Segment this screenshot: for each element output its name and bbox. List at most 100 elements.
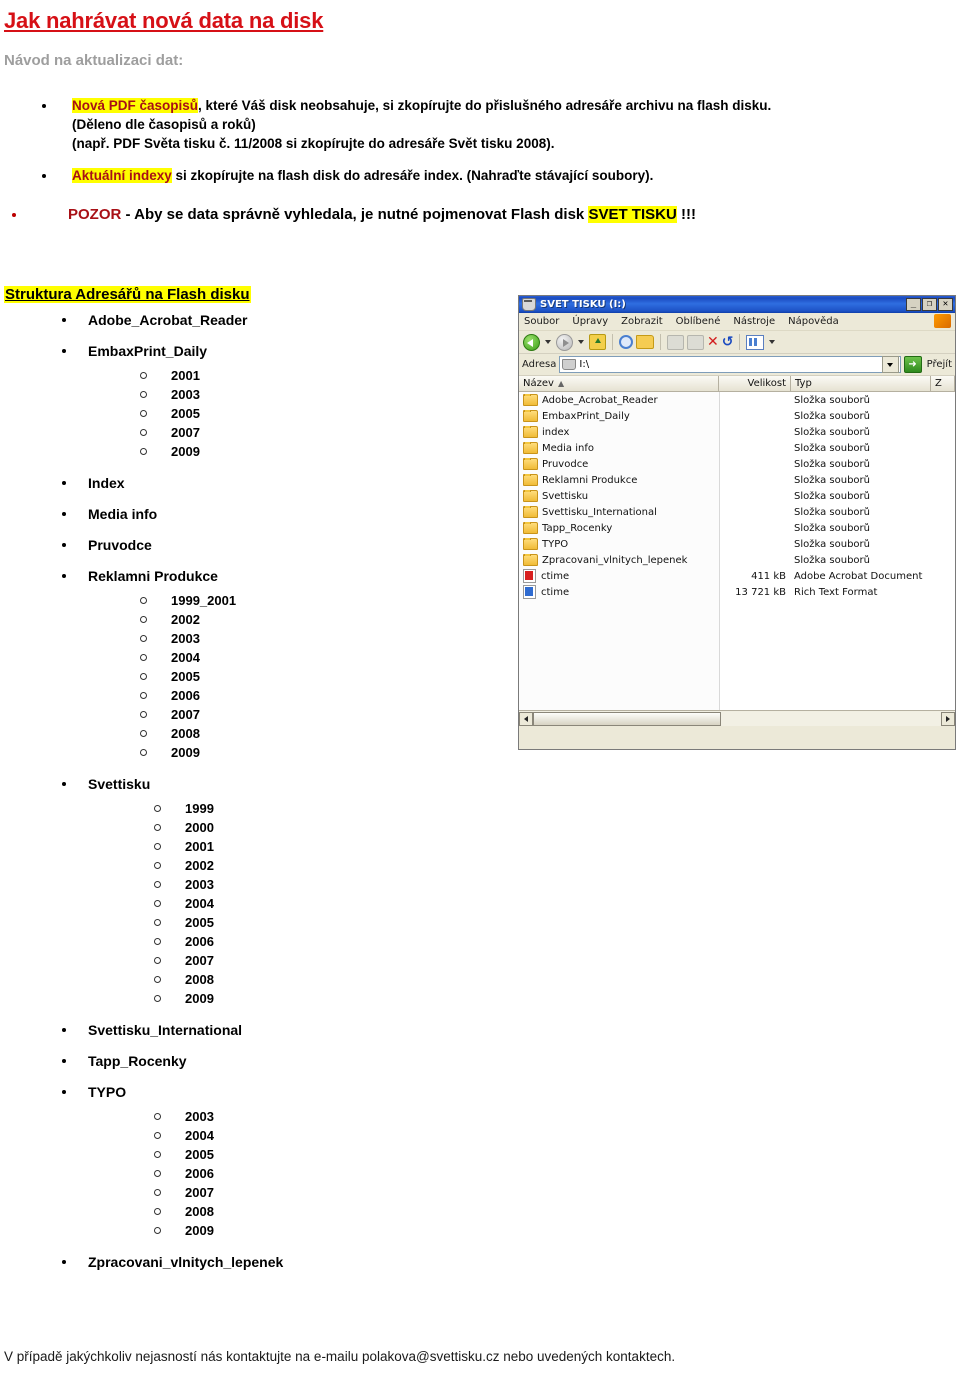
structure-subitem-label: 2007: [171, 425, 200, 440]
circle-bullet-icon: [154, 1170, 161, 1178]
scroll-thumb[interactable]: [533, 711, 721, 726]
file-name-label: Reklamni Produkce: [542, 474, 638, 486]
structure-item-level1: Adobe_Acrobat_Reader: [62, 312, 248, 328]
column-header-size[interactable]: Velikost: [719, 376, 791, 391]
structure-item-level1: Reklamni Produkce: [62, 568, 218, 584]
table-row[interactable]: Svettisku_International Složka souborů: [519, 504, 955, 520]
table-row[interactable]: ctime 13 721 kB Rich Text Format: [519, 584, 955, 600]
scroll-right-button[interactable]: [941, 711, 955, 726]
circle-bullet-icon: [154, 824, 161, 832]
go-label[interactable]: Přejít: [927, 359, 952, 370]
structure-subitem-label: 2008: [185, 972, 214, 987]
structure-item-level2: 2009: [154, 991, 214, 1006]
file-name-label: TYPO: [542, 538, 569, 550]
address-input[interactable]: I:\: [559, 356, 901, 373]
search-icon[interactable]: [619, 335, 633, 349]
circle-bullet-icon: [140, 692, 147, 700]
up-folder-icon[interactable]: [589, 334, 606, 350]
structure-subitem-label: 2006: [185, 1166, 214, 1181]
structure-subitem-label: 2000: [185, 820, 214, 835]
structure-item-level2: 2003: [154, 1109, 214, 1124]
structure-item-level2: 2004: [154, 1128, 214, 1143]
close-button[interactable]: ✕: [938, 298, 953, 311]
instruction-1-highlight: Nová PDF časopisů: [72, 98, 199, 113]
structure-item-level2: 2009: [140, 745, 200, 760]
circle-bullet-icon: [140, 635, 147, 643]
table-row[interactable]: Pruvodce Složka souborů: [519, 456, 955, 472]
delete-icon[interactable]: ✕: [707, 335, 719, 349]
file-type-cell: Složka souborů: [794, 538, 870, 550]
structure-item-level1: EmbaxPrint_Daily: [62, 343, 207, 359]
structure-item-level1: Tapp_Rocenky: [62, 1053, 187, 1069]
structure-item-level2: 2001: [154, 839, 214, 854]
table-row[interactable]: TYPO Složka souborů: [519, 536, 955, 552]
structure-subitem-label: 2003: [185, 877, 214, 892]
menu-item-upravy[interactable]: Úpravy: [572, 316, 608, 327]
bullet-icon: [62, 1259, 66, 1264]
structure-item-level2: 2001: [140, 368, 200, 383]
circle-bullet-icon: [140, 711, 147, 719]
table-row[interactable]: Adobe_Acrobat_Reader Složka souborů: [519, 392, 955, 408]
structure-item-level1: Svettisku: [62, 776, 150, 792]
table-row[interactable]: Media info Složka souborů: [519, 440, 955, 456]
table-row[interactable]: Reklamni Produkce Složka souborů: [519, 472, 955, 488]
table-row[interactable]: Tapp_Rocenky Složka souborů: [519, 520, 955, 536]
menu-item-oblibene[interactable]: Oblíbené: [676, 316, 721, 327]
circle-bullet-icon: [154, 881, 161, 889]
structure-item-level2: 2004: [140, 650, 200, 665]
address-label: Adresa: [522, 359, 557, 370]
circle-bullet-icon: [154, 1227, 161, 1235]
file-name-cell: EmbaxPrint_Daily: [519, 410, 719, 422]
structure-item-level1: Svettisku_International: [62, 1022, 242, 1038]
column-header-modified[interactable]: Z: [931, 376, 955, 391]
forward-dropdown-icon[interactable]: [578, 340, 584, 344]
undo-icon[interactable]: ↺: [722, 335, 734, 349]
file-type-cell: Složka souborů: [794, 394, 870, 406]
minimize-button[interactable]: _: [906, 298, 921, 311]
column-header-type[interactable]: Typ: [791, 376, 931, 391]
structure-item-label: Index: [88, 475, 125, 491]
circle-bullet-icon: [154, 976, 161, 984]
structure-subitem-label: 2005: [185, 915, 214, 930]
scroll-left-button[interactable]: [519, 711, 533, 726]
move-to-icon[interactable]: [667, 334, 684, 350]
table-row[interactable]: Zpracovani_vlnitych_lepenek Složka soubor…: [519, 552, 955, 568]
forward-icon[interactable]: [556, 333, 573, 351]
back-icon[interactable]: [523, 333, 540, 351]
circle-bullet-icon: [140, 448, 147, 456]
structure-item-level2: 2002: [154, 858, 214, 873]
column-header-name[interactable]: Název ▲: [519, 376, 719, 391]
menu-item-napoveda[interactable]: Nápověda: [788, 316, 839, 327]
address-dropdown-button[interactable]: [881, 356, 899, 373]
bullet-icon: [62, 1027, 66, 1032]
maximize-button[interactable]: ❐: [922, 298, 937, 311]
warning-label: POZOR: [68, 206, 122, 223]
column-header-name-label: Název: [523, 378, 554, 389]
bullet-icon: [62, 573, 66, 578]
menu-item-zobrazit[interactable]: Zobrazit: [621, 316, 663, 327]
sort-ascending-icon: ▲: [557, 379, 565, 388]
views-icon[interactable]: [746, 334, 765, 350]
views-dropdown-icon[interactable]: [769, 340, 776, 344]
folders-icon[interactable]: [636, 335, 654, 349]
explorer-menu-bar: Soubor Úpravy Zobrazit Oblíbené Nástroje…: [519, 313, 955, 331]
back-dropdown-icon[interactable]: [545, 340, 551, 344]
scroll-track[interactable]: [533, 711, 941, 726]
structure-item-level2: 2004: [154, 896, 214, 911]
menu-item-nastroje[interactable]: Nástroje: [733, 316, 775, 327]
folder-icon: [523, 474, 538, 486]
copy-to-icon[interactable]: [687, 334, 704, 350]
structure-item-level1: Index: [62, 475, 125, 491]
table-row[interactable]: index Složka souborů: [519, 424, 955, 440]
bullet-icon: [62, 1089, 66, 1094]
table-row[interactable]: ctime 411 kB Adobe Acrobat Document: [519, 568, 955, 584]
circle-bullet-icon: [154, 805, 161, 813]
circle-bullet-icon: [140, 391, 147, 399]
go-arrow-icon[interactable]: ➜: [903, 356, 922, 373]
table-row[interactable]: Svettisku Složka souborů: [519, 488, 955, 504]
table-row[interactable]: EmbaxPrint_Daily Složka souborů: [519, 408, 955, 424]
file-name-cell: Svettisku: [519, 490, 719, 502]
menu-item-soubor[interactable]: Soubor: [524, 316, 559, 327]
structure-subitem-label: 2007: [185, 1185, 214, 1200]
horizontal-scrollbar[interactable]: [519, 711, 955, 726]
